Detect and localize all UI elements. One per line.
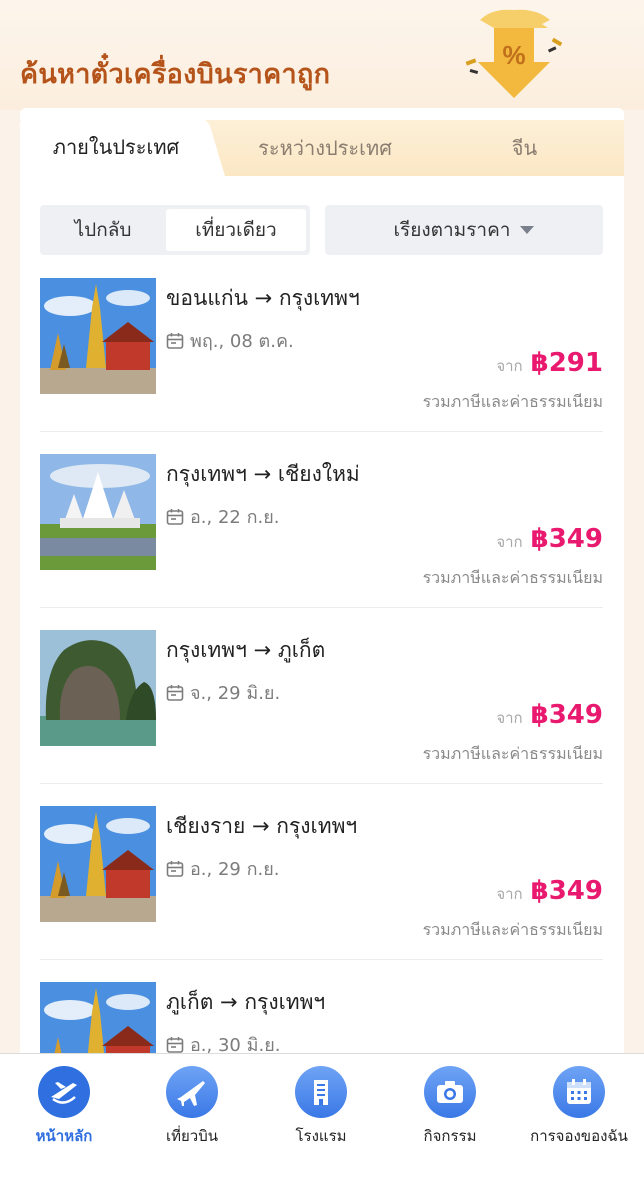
white-temple-image: [40, 454, 156, 570]
airplane-icon: [166, 1066, 218, 1118]
flight-item[interactable]: กรุงเทพฯ → เชียงใหม่ อ., 22 ก.ย. จาก ฿34…: [40, 432, 603, 608]
caret-down-icon: [520, 226, 535, 234]
region-tabs: ภายในประเทศ ระหว่างประเทศ จีน: [20, 108, 624, 176]
home-icon: [38, 1066, 90, 1118]
flight-date: อ., 22 ก.ย.: [190, 507, 280, 528]
hero-banner: ค้นหาตั๋วเครื่องบินราคาถูก %: [0, 0, 644, 110]
price-row: จาก ฿349: [496, 524, 603, 554]
fee-note: รวมภาษีและค่าธรรมเนียม: [422, 392, 603, 411]
nav-label: เที่ยวบิน: [165, 1127, 218, 1145]
svg-text:%: %: [502, 40, 525, 70]
temple-image: [40, 278, 156, 394]
tab-domestic[interactable]: ภายในประเทศ: [20, 118, 212, 176]
bottom-nav: หน้าหลัก เที่ยวบิน โรงแรม กิจกรรม การจอง…: [0, 1053, 644, 1200]
flight-route: ภูเก็ต → กรุงเทพฯ: [166, 990, 326, 1014]
calendar-icon: [553, 1066, 605, 1118]
flight-date-row: อ., 29 ก.ย.: [166, 854, 280, 883]
price-from-label: จาก: [496, 533, 523, 551]
flight-item[interactable]: ภูเก็ต → กรุงเทพฯ อ., 30 มิ.ย.: [40, 960, 603, 1068]
flight-date: พฤ., 08 ต.ค.: [190, 331, 294, 352]
flight-route: เชียงราย → กรุงเทพฯ: [166, 814, 358, 838]
nav-my-bookings[interactable]: การจองของฉัน: [515, 1066, 643, 1148]
page-title: ค้นหาตั๋วเครื่องบินราคาถูก: [20, 59, 331, 90]
sort-by-price-button[interactable]: เรียงตามราคา: [325, 205, 603, 255]
calendar-icon: [166, 684, 184, 701]
tab-china[interactable]: จีน: [425, 120, 624, 176]
nav-flights[interactable]: เที่ยวบิน: [128, 1066, 256, 1148]
flight-price: ฿349: [530, 700, 603, 730]
price-from-label: จาก: [496, 885, 523, 903]
flight-deals-card: ภายในประเทศ ระหว่างประเทศ จีน ไปกลับ เที…: [20, 108, 624, 1068]
fee-note: รวมภาษีและค่าธรรมเนียม: [422, 920, 603, 939]
nav-home[interactable]: หน้าหลัก: [0, 1066, 128, 1148]
calendar-icon: [166, 1036, 184, 1053]
flight-item[interactable]: ขอนแก่น → กรุงเทพฯ พฤ., 08 ต.ค. จาก ฿291…: [40, 256, 603, 432]
price-row: จาก ฿349: [496, 876, 603, 906]
fee-note: รวมภาษีและค่าธรรมเนียม: [422, 744, 603, 763]
camera-icon: [424, 1066, 476, 1118]
calendar-icon: [166, 332, 184, 349]
price-row: จาก ฿291: [496, 348, 603, 378]
flight-route: กรุงเทพฯ → เชียงใหม่: [166, 462, 360, 486]
nav-activities[interactable]: กิจกรรม: [386, 1066, 514, 1148]
flight-date: จ., 29 มิ.ย.: [190, 683, 281, 704]
hotel-icon: [295, 1066, 347, 1118]
flight-date-row: พฤ., 08 ต.ค.: [166, 326, 294, 355]
fee-note: รวมภาษีและค่าธรรมเนียม: [422, 568, 603, 587]
flight-price: ฿291: [530, 348, 603, 378]
flight-date: อ., 29 ก.ย.: [190, 859, 280, 880]
sort-label: เรียงตามราคา: [393, 219, 511, 241]
flight-route: กรุงเทพฯ → ภูเก็ต: [166, 638, 326, 662]
nav-hotels[interactable]: โรงแรม: [257, 1066, 385, 1148]
price-from-label: จาก: [496, 709, 523, 727]
one-way-button[interactable]: เที่ยวเดียว: [166, 209, 306, 251]
island-cliff-image: [40, 630, 156, 746]
calendar-icon: [166, 860, 184, 877]
flight-date-row: อ., 22 ก.ย.: [166, 502, 280, 531]
flight-item[interactable]: กรุงเทพฯ → ภูเก็ต จ., 29 มิ.ย. จาก ฿349 …: [40, 608, 603, 784]
nav-label: โรงแรม: [295, 1127, 347, 1145]
flight-price: ฿349: [530, 524, 603, 554]
price-row: จาก ฿349: [496, 700, 603, 730]
flight-item[interactable]: เชียงราย → กรุงเทพฯ อ., 29 ก.ย. จาก ฿349…: [40, 784, 603, 960]
round-trip-button[interactable]: ไปกลับ: [44, 209, 162, 251]
calendar-icon: [166, 508, 184, 525]
tab-international[interactable]: ระหว่างประเทศ: [225, 120, 425, 176]
price-from-label: จาก: [496, 357, 523, 375]
flight-price: ฿349: [530, 876, 603, 906]
flight-date-row: จ., 29 มิ.ย.: [166, 678, 280, 707]
flight-route: ขอนแก่น → กรุงเทพฯ: [166, 286, 360, 310]
nav-label: กิจกรรม: [423, 1127, 477, 1145]
trip-type-toggle: ไปกลับ เที่ยวเดียว: [40, 205, 310, 255]
nav-label: หน้าหลัก: [35, 1127, 93, 1145]
discount-arrow-icon: %: [465, 9, 562, 98]
nav-label: การจองของฉัน: [530, 1127, 628, 1145]
temple-image: [40, 806, 156, 922]
